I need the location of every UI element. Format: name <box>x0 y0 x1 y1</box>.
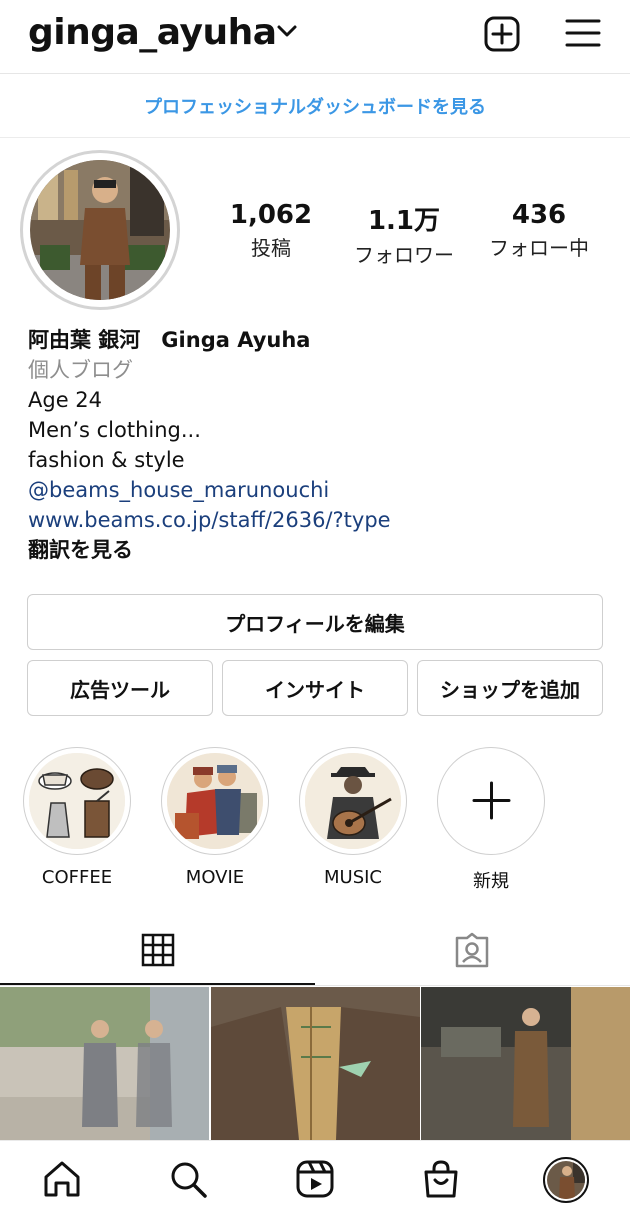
chevron-down-icon[interactable] <box>276 24 298 40</box>
profile-photo <box>30 160 170 300</box>
home-icon[interactable] <box>42 1159 82 1199</box>
highlight-music[interactable]: MUSIC <box>299 747 407 888</box>
post-thumbnail[interactable] <box>211 987 420 1140</box>
followers-count: 1.1万 <box>367 206 441 236</box>
mention-link[interactable]: @beams_house_marunouchi <box>28 475 608 505</box>
followers-label: フォロワー <box>354 243 454 267</box>
shop-icon[interactable] <box>421 1159 461 1199</box>
active-tab-indicator <box>0 983 315 985</box>
menu-icon[interactable] <box>565 17 601 49</box>
post-thumbnail[interactable] <box>421 987 630 1140</box>
profile-tabs <box>0 920 630 986</box>
ad-tools-button[interactable]: 広告ツール <box>27 660 213 716</box>
username-title[interactable]: ginga_ayuha <box>28 12 277 53</box>
posts-label: 投稿 <box>251 236 291 260</box>
top-bar: ginga_ayuha <box>0 0 630 74</box>
profile-page: ginga_ayuha プロフェッショナルダッシュボードを見る 1,062 投稿… <box>0 0 630 1216</box>
movie-highlight-image <box>167 753 263 849</box>
coffee-highlight-image <box>29 753 125 849</box>
following-count: 436 <box>511 200 567 230</box>
posts-count: 1,062 <box>229 200 313 230</box>
search-icon[interactable] <box>168 1159 208 1199</box>
display-name: 阿由葉 銀河 Ginga Ayuha <box>28 328 311 352</box>
bio-line: Age 24 <box>28 388 103 412</box>
highlight-new[interactable]: 新規 <box>437 747 545 893</box>
grid-icon[interactable] <box>141 933 175 967</box>
posts-stat[interactable]: 1,062 投稿 <box>225 200 317 261</box>
highlight-ring <box>299 747 407 855</box>
bio-section: 阿由葉 銀河 Ginga Ayuha 個人ブログ Age 24 Men’s cl… <box>28 325 608 565</box>
highlight-label: COFFEE <box>41 867 113 888</box>
highlight-label: MUSIC <box>323 867 382 888</box>
insights-button[interactable]: インサイト <box>222 660 408 716</box>
website-link[interactable]: www.beams.co.jp/staff/2636/?type <box>28 505 608 535</box>
new-post-icon[interactable] <box>484 16 520 52</box>
add-shop-button[interactable]: ショップを追加 <box>417 660 603 716</box>
highlight-coffee[interactable]: COFFEE <box>23 747 131 888</box>
following-label: フォロー中 <box>489 236 589 260</box>
highlight-label: MOVIE <box>185 867 245 888</box>
highlight-movie[interactable]: MOVIE <box>161 747 269 888</box>
highlight-label: 新規 <box>473 871 509 892</box>
professional-dashboard-link[interactable]: プロフェッショナルダッシュボードを見る <box>0 74 630 138</box>
music-highlight-image <box>305 753 401 849</box>
profile-avatar[interactable] <box>20 150 180 310</box>
profile-avatar-icon[interactable] <box>543 1157 589 1203</box>
highlight-ring <box>437 747 545 855</box>
category-label: 個人ブログ <box>28 358 133 382</box>
translate-link[interactable]: 翻訳を見る <box>28 535 608 565</box>
bottom-nav <box>0 1140 630 1216</box>
edit-profile-button[interactable]: プロフィールを編集 <box>27 594 603 650</box>
post-grid <box>0 987 630 1140</box>
bio-line: fashion & style <box>28 448 185 472</box>
following-stat[interactable]: 436 フォロー中 <box>480 200 598 261</box>
highlight-ring <box>23 747 131 855</box>
reels-icon[interactable] <box>295 1159 335 1199</box>
bio-line: Men’s clothing... <box>28 418 201 442</box>
plus-icon <box>472 781 510 820</box>
followers-stat[interactable]: 1.1万 フォロワー <box>345 200 463 268</box>
tagged-icon[interactable] <box>453 932 491 968</box>
post-thumbnail[interactable] <box>0 987 209 1140</box>
highlight-ring <box>161 747 269 855</box>
